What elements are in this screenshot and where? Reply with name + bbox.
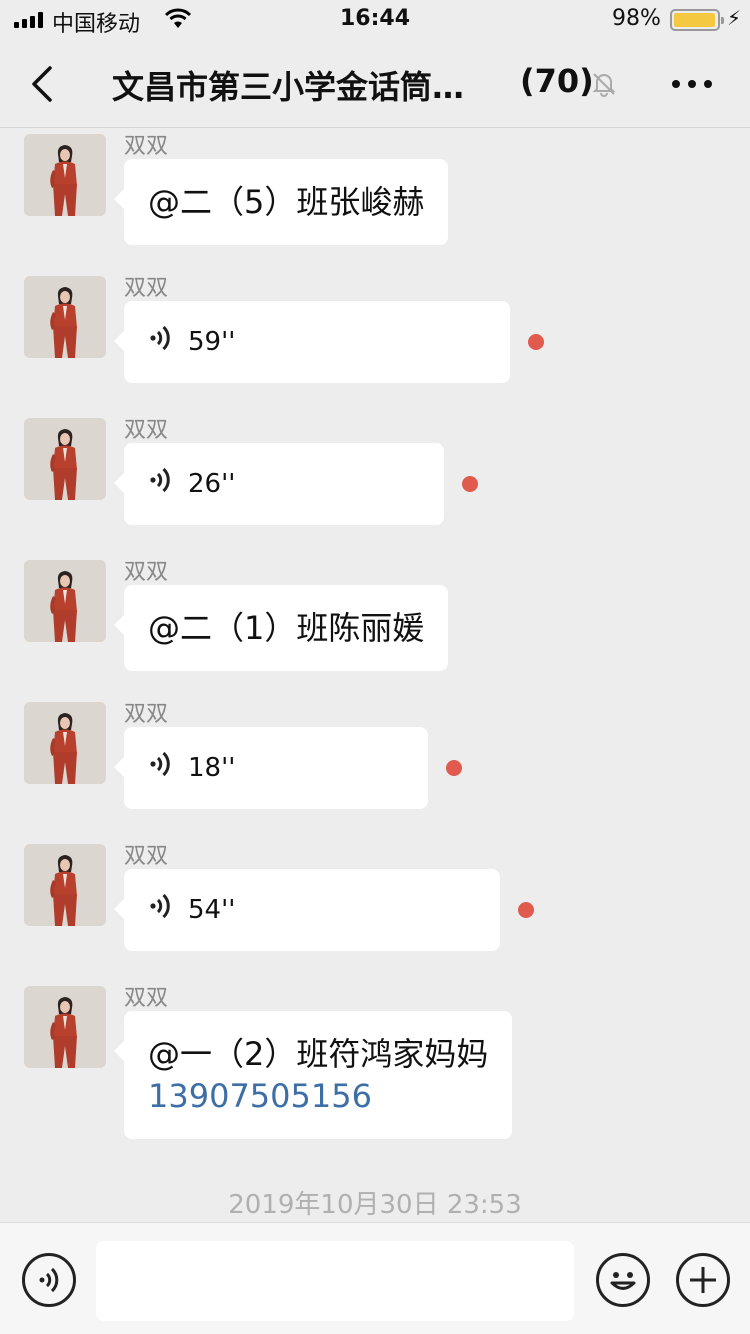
message-text: @一（2）班符鸿家妈妈 [148, 1035, 489, 1073]
ellipsis-icon[interactable] [672, 74, 716, 94]
member-count: (70) [520, 62, 594, 100]
battery-percent: 98% [612, 6, 661, 31]
unread-dot [518, 902, 534, 918]
voice-duration: 54'' [188, 895, 236, 925]
chat-title: 文昌市第三小学金话筒… [112, 68, 465, 106]
text-message-bubble[interactable]: @二（5）班张峻赫 [113, 159, 449, 245]
charging-icon: ⚡ [727, 6, 742, 30]
avatar[interactable] [24, 560, 106, 642]
voice-message: 26'' [148, 465, 420, 503]
sender-name: 双双 [124, 134, 169, 159]
avatar[interactable] [24, 702, 106, 784]
voice-duration: 59'' [188, 327, 236, 357]
voice-wave-icon [148, 889, 174, 931]
avatar[interactable] [24, 276, 106, 358]
message-text: @二（1）班陈丽媛 [148, 609, 425, 647]
phone-number-link[interactable]: 13907505156 [148, 1075, 488, 1117]
unread-dot [462, 476, 478, 492]
message-timestamp: 2019年10月30日 23:53 [228, 1190, 522, 1220]
voice-duration: 26'' [188, 469, 236, 499]
battery-icon [670, 9, 724, 31]
sender-name: 双双 [124, 844, 169, 869]
unread-dot [528, 334, 544, 350]
voice-message-bubble[interactable]: 59'' [114, 301, 510, 383]
voice-wave-icon [148, 463, 174, 505]
voice-message-bubble[interactable]: 54'' [114, 869, 500, 951]
chat-header: 文昌市第三小学金话筒… (70) [0, 40, 750, 128]
unread-dot [446, 760, 462, 776]
avatar[interactable] [24, 844, 106, 926]
voice-wave-icon [148, 321, 174, 363]
sender-name: 双双 [124, 418, 169, 443]
voice-message-bubble[interactable]: 18'' [114, 727, 428, 809]
voice-wave-icon [148, 747, 174, 789]
input-bar [0, 1222, 750, 1334]
sender-name: 双双 [124, 702, 169, 727]
bell-slash-icon [592, 73, 616, 97]
plus-icon[interactable] [676, 1253, 730, 1307]
avatar[interactable] [24, 418, 106, 500]
sender-name: 双双 [124, 276, 169, 301]
voice-icon[interactable] [22, 1253, 76, 1307]
text-message-bubble[interactable]: @二（1）班陈丽媛 [113, 585, 449, 671]
avatar[interactable] [24, 134, 106, 216]
chevron-left-icon[interactable] [26, 60, 60, 108]
voice-duration: 18'' [188, 753, 236, 783]
status-bar: 中国移动 16:44 98% ⚡ [0, 0, 750, 40]
sender-name: 双双 [124, 986, 169, 1011]
voice-message: 59'' [148, 323, 486, 361]
emoji-icon[interactable] [596, 1253, 650, 1307]
text-message-bubble[interactable]: @一（2）班符鸿家妈妈 13907505156 [113, 1011, 513, 1139]
message-text: @二（5）班张峻赫 [148, 183, 425, 221]
voice-message-bubble[interactable]: 26'' [114, 443, 444, 525]
sender-name: 双双 [124, 560, 169, 585]
avatar[interactable] [24, 986, 106, 1068]
voice-message: 18'' [148, 749, 404, 787]
voice-message: 54'' [148, 891, 476, 929]
message-input[interactable] [96, 1241, 574, 1321]
